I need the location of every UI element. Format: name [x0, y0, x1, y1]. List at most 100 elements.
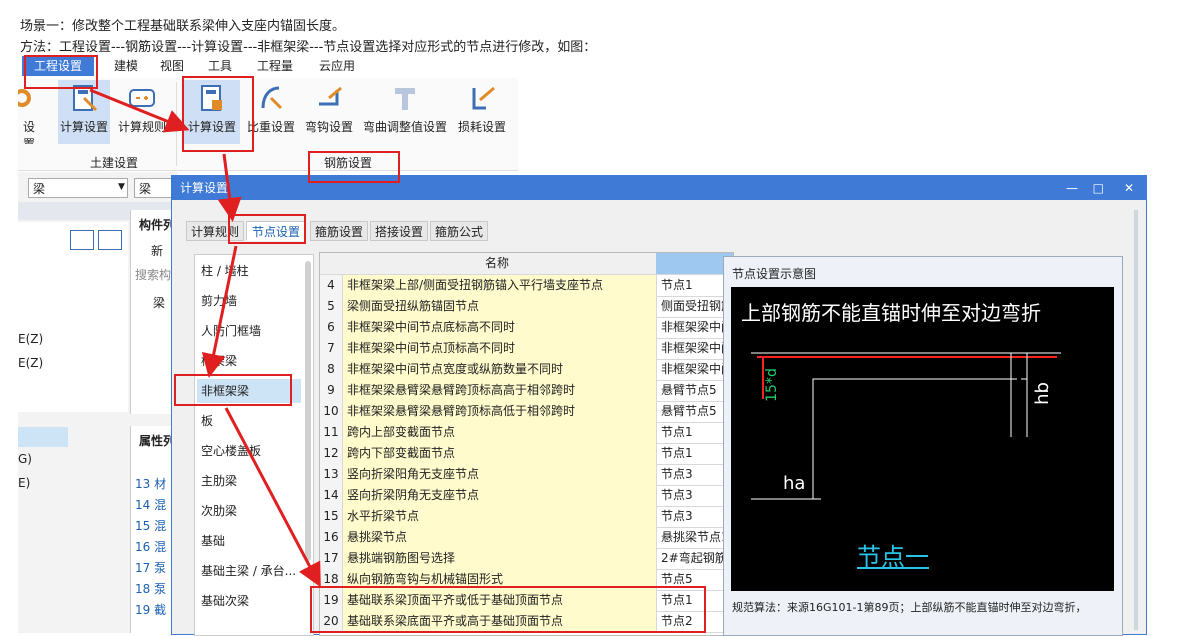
table-row[interactable]: 16 悬挑梁节点 悬挑梁节点1 — [320, 527, 733, 549]
row-name: 跨内下部变截面节点 — [342, 443, 657, 464]
dim-15d-label: 15*d — [763, 368, 780, 402]
weight-icon — [257, 84, 285, 112]
dim-hb-label: hb — [1031, 382, 1053, 405]
row-name: 非框架梁悬臂梁悬臂跨顶标高高于相邻跨时 — [342, 380, 657, 401]
table-row[interactable]: 15 水平折梁节点 节点3 — [320, 506, 733, 528]
category-frame-beam[interactable]: 框架梁 — [201, 349, 301, 373]
table-row[interactable]: 7 非框架梁中间节点顶标高不同时 非框架梁中间 — [320, 338, 733, 360]
category-civil-door-frame[interactable]: 人防门框墙 — [201, 319, 301, 343]
category-foundation-secondary-beam[interactable]: 基础次梁 — [201, 589, 301, 613]
table-row[interactable]: 12 跨内下部变截面节点 节点1 — [320, 443, 733, 465]
row-number: 9 — [320, 380, 342, 401]
ribbon-loss-settings-button[interactable]: 损耗设置 — [454, 80, 510, 144]
row-name: 非框架梁中间节点宽度或纵筋数量不同时 — [342, 359, 657, 380]
category-foundation-main-beam[interactable]: 基础主梁 / 承台... — [201, 559, 301, 583]
chevron-down-icon[interactable]: ▼ — [118, 182, 125, 192]
new-component-button[interactable]: 新 — [151, 242, 163, 259]
table-row[interactable]: 9 非框架梁悬臂梁悬臂跨顶标高高于相邻跨时 悬臂节点5 — [320, 380, 733, 402]
row-name: 梁侧面受扭纵筋锚固节点 — [342, 296, 657, 317]
menu-quantity[interactable]: 工程量 — [250, 56, 300, 76]
list-view-icon[interactable] — [70, 230, 94, 250]
bend-adjust-icon — [391, 84, 419, 112]
calc-settings-dialog: 计算设置 — □ ✕ 计算规则 节点设置 箍筋设置 搭接设置 箍筋公式 柱 / … — [171, 175, 1147, 636]
scrollbar[interactable] — [305, 261, 311, 561]
category-shear-wall[interactable]: 剪力墙 — [201, 289, 301, 313]
highlight-project-settings — [24, 55, 98, 89]
row-number: 10 — [320, 401, 342, 422]
highlight-non-frame-beam — [174, 374, 292, 406]
row-number: 4 — [320, 275, 342, 296]
search-input[interactable]: 搜索构 — [135, 266, 171, 283]
table-row[interactable]: 6 非框架梁中间节点底标高不同时 非框架梁中间 — [320, 317, 733, 339]
row-number: 8 — [320, 359, 342, 380]
selected-row[interactable] — [18, 427, 68, 447]
ribbon-calc-rules-button[interactable]: 计算规则 — [116, 80, 168, 144]
tree-item[interactable]: E(Z) — [18, 332, 43, 346]
list-item[interactable]: E) — [18, 476, 30, 490]
category-column-wall[interactable]: 柱 / 墙柱 — [201, 259, 301, 283]
table-row[interactable]: 4 非框架梁上部/侧面受扭钢筋锚入平行墙支座节点 节点1 — [320, 275, 733, 297]
maximize-icon[interactable]: □ — [1093, 176, 1104, 200]
table-row[interactable]: 10 非框架梁悬臂梁悬臂跨顶标高低于相邻跨时 悬臂节点5 — [320, 401, 733, 423]
table-row[interactable]: 18 泵 — [135, 579, 166, 600]
row-name: 非框架梁中间节点底标高不同时 — [342, 317, 657, 338]
table-row[interactable]: 13 竖向折梁阳角无支座节点 节点3 — [320, 464, 733, 486]
highlight-foundation-tie-beam-rows — [310, 586, 706, 633]
row-number: 7 — [320, 338, 342, 359]
row-name: 竖向折梁阴角无支座节点 — [342, 485, 657, 506]
table-row[interactable]: 14 竖向折梁阴角无支座节点 节点3 — [320, 485, 733, 507]
grid-header: 名称 — [320, 253, 733, 275]
floor-combo[interactable]: 梁 — [28, 178, 128, 198]
grid-view-icon[interactable] — [98, 230, 122, 250]
table-row[interactable]: 11 跨内上部变截面节点 节点1 — [320, 422, 733, 444]
table-row[interactable]: 13 材 — [135, 474, 166, 495]
tab-stirrup-formula[interactable]: 箍筋公式 — [430, 221, 488, 241]
menu-view[interactable]: 视图 — [152, 56, 192, 76]
row-number: 15 — [320, 506, 342, 527]
table-row[interactable]: 15 混 — [135, 516, 166, 537]
tree-item[interactable]: E(Z) — [18, 356, 43, 370]
category-foundation[interactable]: 基础 — [201, 529, 301, 553]
menu-modeling[interactable]: 建模 — [106, 56, 146, 76]
menu-tools[interactable]: 工具 — [200, 56, 240, 76]
tab-lap-settings[interactable]: 搭接设置 — [370, 221, 428, 241]
category-slab[interactable]: 板 — [201, 409, 301, 433]
row-number: 5 — [320, 296, 342, 317]
table-row[interactable]: 5 梁侧面受扭纵筋锚固节点 侧面受扭钢筋 — [320, 296, 733, 318]
ribbon-bend-adjust-button[interactable]: 弯曲调整值设置 — [360, 80, 450, 144]
tree-item[interactable]: 梁 — [153, 294, 165, 311]
row-name: 非框架梁悬臂梁悬臂跨顶标高低于相邻跨时 — [342, 401, 657, 422]
minimize-icon[interactable]: — — [1066, 176, 1078, 200]
table-row[interactable]: 17 泵 — [135, 558, 166, 579]
table-row[interactable]: 19 截 — [135, 600, 166, 621]
row-name: 非框架梁中间节点顶标高不同时 — [342, 338, 657, 359]
table-row[interactable]: 14 混 — [135, 495, 166, 516]
category-secondary-rib-beam[interactable]: 次肋梁 — [201, 499, 301, 523]
list-item[interactable]: G) — [18, 452, 32, 466]
ribbon-hook-settings-button[interactable]: 弯钩设置 — [302, 80, 356, 144]
row-number: 14 — [320, 485, 342, 506]
tab-stirrup-settings[interactable]: 箍筋设置 — [310, 221, 368, 241]
ribbon-separator — [176, 82, 177, 166]
close-icon[interactable]: ✕ — [1124, 176, 1134, 200]
node-diagram: 上部钢筋不能直锚时伸至对边弯折 15*d hb ha 节点一 — [731, 287, 1114, 591]
row-number: 16 — [320, 527, 342, 548]
highlight-rebar-settings — [308, 151, 400, 183]
left-pane: 梁 ▼ 梁 E(Z) E(Z) G) E) 构件列 新 搜索构 梁 属性列 13… — [18, 172, 179, 633]
ribbon-settings-button[interactable]: 设置 — [18, 80, 40, 144]
grid-header-value — [656, 253, 733, 274]
row-number: 11 — [320, 422, 342, 443]
ribbon-civil-calc-settings-button[interactable]: 计算设置 — [58, 80, 110, 144]
category-hollow-slab[interactable]: 空心楼盖板 — [201, 439, 301, 463]
property-rows: 13 材 14 混 15 混 16 混 17 泵 18 泵 19 截 — [135, 474, 166, 621]
node-label: 节点一 — [857, 543, 929, 571]
table-row[interactable]: 16 混 — [135, 537, 166, 558]
menu-cloud[interactable]: 云应用 — [312, 56, 362, 76]
floor-tree: E(Z) E(Z) — [18, 222, 128, 412]
node-preview-panel: 节点设置示意图 上部钢筋不能直锚时伸至对边弯折 15*d hb ha 节点一 规… — [723, 256, 1123, 636]
row-number: 12 — [320, 443, 342, 464]
table-row[interactable]: 17 悬挑端钢筋图号选择 2#弯起钢筋 — [320, 548, 733, 570]
table-row[interactable]: 8 非框架梁中间节点宽度或纵筋数量不同时 非框架梁中间 — [320, 359, 733, 381]
dialog-scrollbar[interactable] — [1134, 210, 1138, 630]
category-main-rib-beam[interactable]: 主肋梁 — [201, 469, 301, 493]
